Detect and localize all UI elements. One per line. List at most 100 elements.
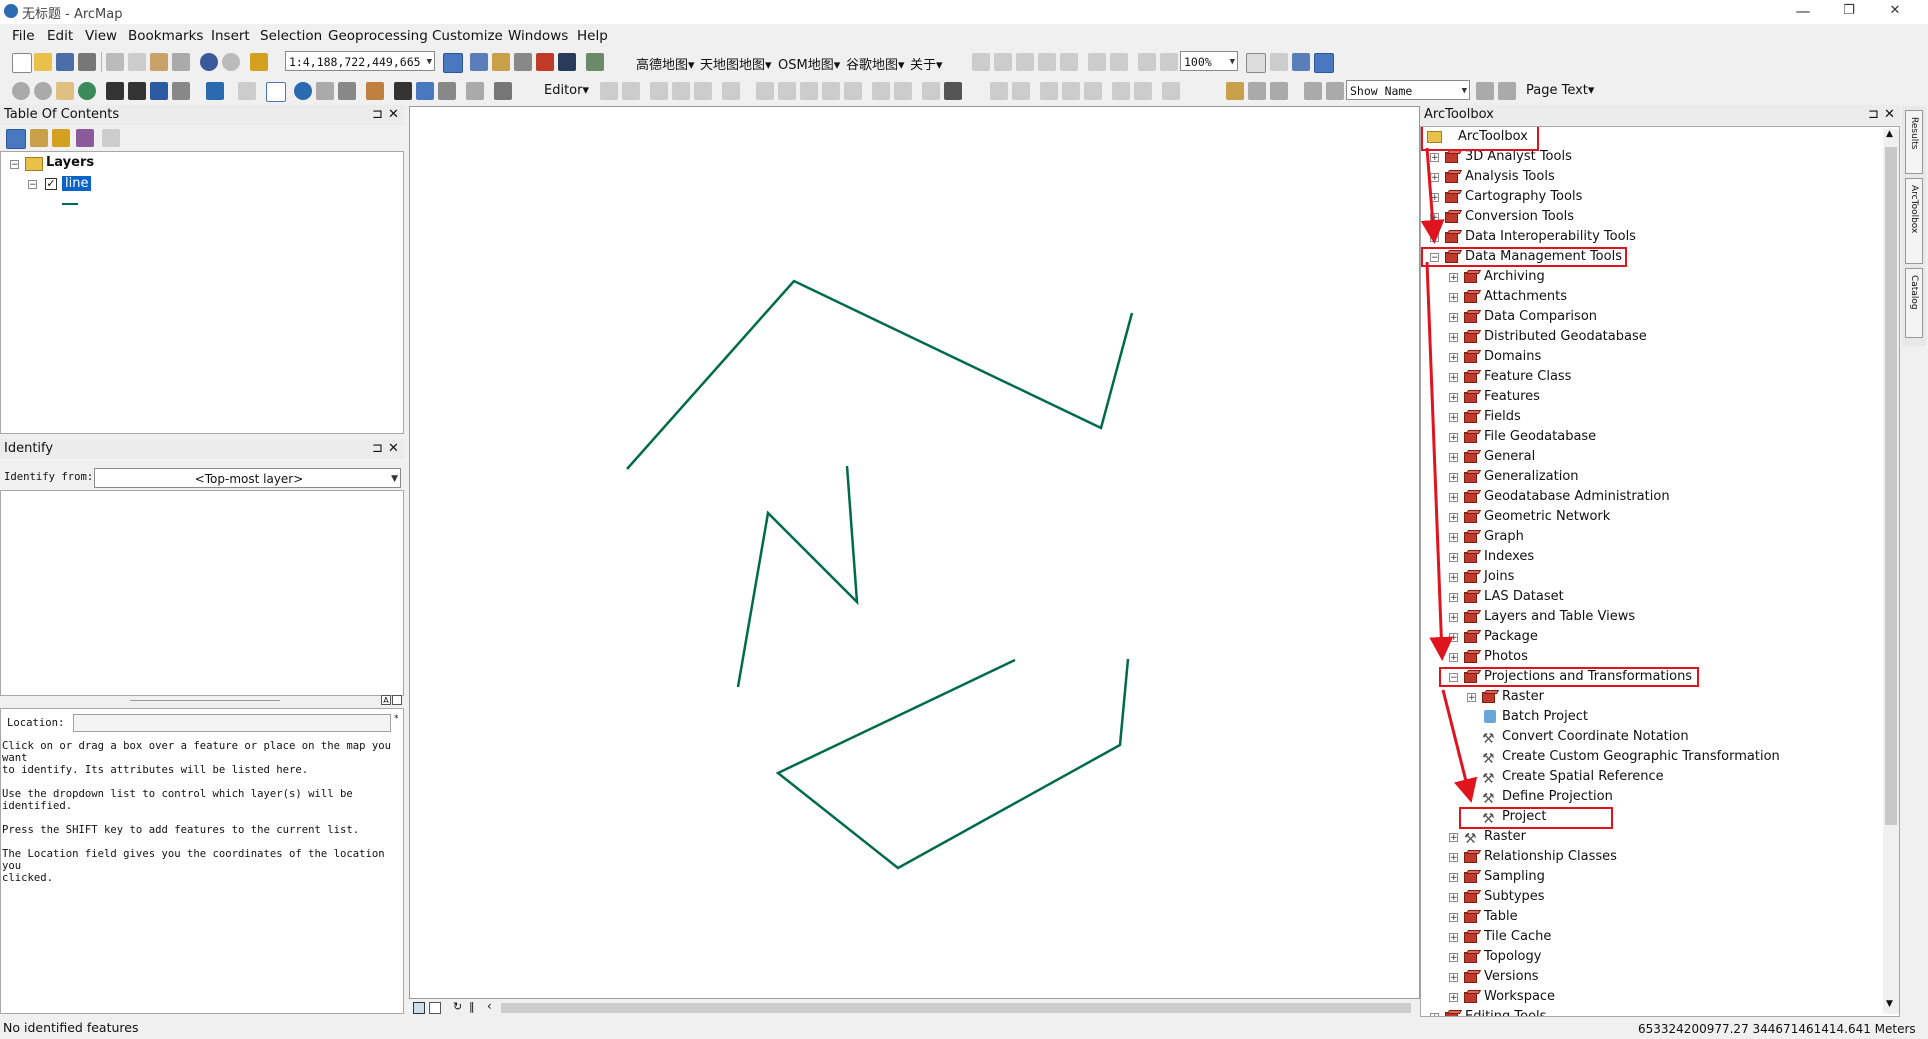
find-route-icon[interactable] [416, 82, 434, 100]
tree-item-cartography-tools[interactable]: + Cartography Tools [1421, 187, 1881, 207]
categorize-icon[interactable] [392, 695, 402, 705]
tree-item-table[interactable]: + Table [1421, 907, 1881, 927]
rotate-icon[interactable] [844, 82, 862, 100]
expand-icon[interactable]: + [1449, 573, 1458, 583]
expand-icon[interactable]: + [1449, 633, 1458, 643]
menu-file[interactable]: File [12, 28, 35, 44]
cut-icon[interactable] [106, 53, 124, 71]
editor-menu[interactable]: Editor▾ [544, 83, 589, 98]
expand-icon[interactable]: + [1449, 873, 1458, 883]
layout-zoom-out-icon[interactable] [994, 53, 1012, 71]
results-tab[interactable]: Results [1905, 110, 1923, 174]
data-view-icon[interactable] [413, 1002, 425, 1014]
tree-item-general[interactable]: + General [1421, 447, 1881, 467]
tree-item-geodatabase-administration[interactable]: + Geodatabase Administration [1421, 487, 1881, 507]
redo-icon[interactable] [222, 53, 240, 71]
previous-extent-icon[interactable] [1138, 53, 1156, 71]
horizontal-scrollbar[interactable] [501, 1003, 1411, 1013]
point-icon[interactable] [722, 82, 740, 100]
measure-icon[interactable] [366, 82, 384, 100]
data-driven-pages-icon[interactable] [1314, 53, 1334, 73]
find-icon[interactable] [394, 82, 412, 100]
straight-segment-icon[interactable] [650, 82, 668, 100]
end-point-arc-icon[interactable] [672, 82, 690, 100]
expand-icon[interactable]: + [1449, 833, 1458, 843]
arctoolbox-icon[interactable] [536, 53, 554, 71]
close-panel-icon[interactable]: ✕ [388, 105, 399, 125]
layout-view-icon[interactable] [429, 1002, 441, 1014]
tree-item-create-custom-geographic-transformation[interactable]: ⚒ Create Custom Geographic Transformation [1421, 747, 1881, 767]
identify-icon[interactable] [294, 82, 312, 100]
expand-icon[interactable]: + [1449, 993, 1458, 1003]
tree-item-package[interactable]: + Package [1421, 627, 1881, 647]
go-forward-icon[interactable] [172, 82, 190, 100]
fixed-zoom-out2-icon[interactable] [128, 82, 146, 100]
expand-icon[interactable]: + [1467, 693, 1476, 703]
expand-icon[interactable]: + [1449, 273, 1458, 283]
zoom-100-icon[interactable] [1060, 53, 1078, 71]
map-scale-combo[interactable]: 1:4,188,722,449,665 ▼ [285, 51, 435, 71]
new-document-icon[interactable] [12, 53, 32, 73]
catalog-icon[interactable] [492, 53, 510, 71]
tree-item-attachments[interactable]: + Attachments [1421, 287, 1881, 307]
tree-item-conversion-tools[interactable]: + Conversion Tools [1421, 207, 1881, 227]
zoom-whole-page-icon[interactable] [1038, 53, 1056, 71]
layer-collapse-icon[interactable]: − [28, 180, 37, 190]
list-by-visibility-icon[interactable] [52, 129, 70, 147]
expand-icon[interactable]: + [1449, 933, 1458, 943]
last-page-icon[interactable] [1498, 82, 1516, 100]
expand-icon[interactable]: + [1449, 413, 1458, 423]
editor-toolbar-icon[interactable] [443, 53, 463, 73]
expand-icon[interactable]: + [1449, 353, 1458, 363]
location-field[interactable] [73, 714, 391, 732]
toc-options-icon[interactable] [102, 129, 120, 147]
layers-label[interactable]: Layers [46, 155, 94, 170]
tree-item-relationship-classes[interactable]: + Relationship Classes [1421, 847, 1881, 867]
expand-icon[interactable]: + [1449, 553, 1458, 563]
next-extent-icon[interactable] [1160, 53, 1178, 71]
tree-item-indexes[interactable]: + Indexes [1421, 547, 1881, 567]
maximize-button[interactable]: ❐ [1826, 0, 1872, 24]
tree-item-domains[interactable]: + Domains [1421, 347, 1881, 367]
tree-item-editing-tools[interactable]: +Editing Tools [1421, 1007, 1881, 1016]
layout-zoom-in-icon[interactable] [972, 53, 990, 71]
menu-edit[interactable]: Edit [47, 28, 73, 44]
page-text-menu[interactable]: Page Text▾ [1526, 83, 1594, 98]
expand-icon[interactable]: + [1449, 593, 1458, 603]
expand-icon[interactable]: + [1449, 953, 1458, 963]
zoom-in-icon[interactable] [12, 82, 30, 100]
scroll-down-icon[interactable]: ▼ [1886, 999, 1893, 1009]
close-panel-icon[interactable]: ✕ [1884, 105, 1895, 125]
split-icon[interactable] [822, 82, 840, 100]
expand-icon[interactable]: + [1449, 973, 1458, 983]
expand-icon[interactable]: + [1430, 173, 1439, 183]
full-extent-icon[interactable] [78, 82, 96, 100]
zoom-out-icon[interactable] [34, 82, 52, 100]
pan-hand-icon[interactable] [56, 82, 74, 100]
minimize-button[interactable]: — [1780, 0, 1826, 24]
expand-icon[interactable]: + [1449, 373, 1458, 383]
expand-icon[interactable]: + [1430, 153, 1439, 163]
tree-item-subtypes[interactable]: + Subtypes [1421, 887, 1881, 907]
vertical-scrollbar[interactable]: ▲ ▼ [1883, 129, 1899, 1014]
menu-insert[interactable]: Insert [211, 28, 250, 44]
table-of-contents-icon[interactable] [470, 53, 488, 71]
tree-item-data-comparison[interactable]: + Data Comparison [1421, 307, 1881, 327]
tree-item-raster[interactable]: + ⚒ Raster [1421, 827, 1881, 847]
first-page-icon[interactable] [1304, 82, 1322, 100]
fixed-zoom-in-icon[interactable] [1088, 53, 1106, 71]
print-icon[interactable] [78, 53, 96, 71]
line-feature[interactable] [626, 279, 1134, 470]
tree-item-archiving[interactable]: + Archiving [1421, 267, 1881, 287]
expand-icon[interactable]: + [1430, 213, 1439, 223]
attributes-icon[interactable] [872, 82, 890, 100]
expand-icon[interactable]: + [1449, 393, 1458, 403]
pause-drawing-icon[interactable]: ‖ [469, 1000, 475, 1013]
clear-selection-icon[interactable] [238, 82, 256, 100]
tree-item-sampling[interactable]: + Sampling [1421, 867, 1881, 887]
share-features-icon[interactable] [1062, 82, 1080, 100]
tree-item-create-spatial-reference[interactable]: ⚒ Create Spatial Reference [1421, 767, 1881, 787]
expand-icon[interactable]: + [1449, 333, 1458, 343]
menu-windows[interactable]: Windows [508, 28, 568, 44]
tree-item-las-dataset[interactable]: + LAS Dataset [1421, 587, 1881, 607]
